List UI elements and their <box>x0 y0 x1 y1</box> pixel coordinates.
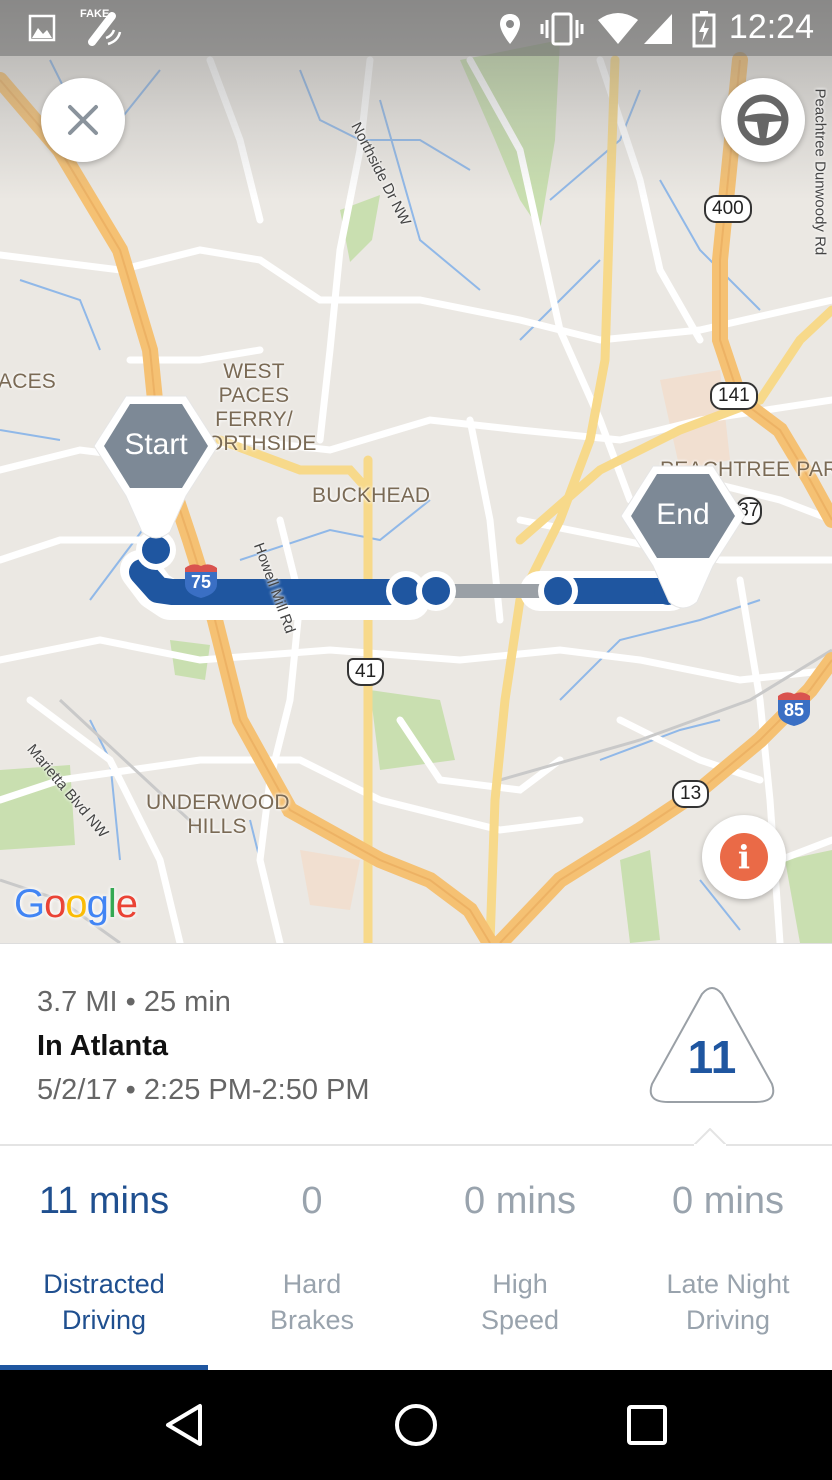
end-label: End <box>656 498 710 531</box>
trip-date-time: 5/2/17 • 2:25 PM-2:50 PM <box>37 1074 370 1106</box>
route-point[interactable] <box>544 577 572 605</box>
park <box>785 850 832 943</box>
stat-tab-high-speed[interactable]: 0 mins High Speed <box>416 1146 624 1370</box>
steering-wheel-icon <box>737 94 789 146</box>
driving-stats-tabs: 11 mins Distracted Driving 0 Hard Brakes 0… <box>0 1146 832 1370</box>
score-pointer-notch <box>694 1128 726 1146</box>
route-shield-41: 41 <box>347 658 385 686</box>
cell-signal-icon <box>644 14 672 44</box>
park <box>620 850 660 943</box>
route-point[interactable] <box>422 577 450 605</box>
google-attribution: Google <box>14 882 138 926</box>
neighborhood-label-paces: ACES <box>0 370 56 393</box>
neighborhood-label-buckhead: BUCKHEAD <box>312 484 431 507</box>
system-nav-bar <box>0 1370 832 1480</box>
street-label-peachtree-dunwoody: Peachtree Dunwoody Rd <box>811 88 829 256</box>
recents-icon[interactable] <box>622 1400 672 1450</box>
info-button[interactable]: i <box>702 815 786 899</box>
stat-tab-late-night-driving[interactable]: 0 mins Late Night Driving <box>624 1146 832 1370</box>
start-marker[interactable]: Start <box>92 392 220 542</box>
vibrate-icon <box>540 12 584 46</box>
trip-score: 11 <box>687 1031 737 1083</box>
image-icon <box>28 14 56 42</box>
route-shield-400: 400 <box>704 195 752 223</box>
end-marker-shape <box>620 465 746 609</box>
stat-value: 0 <box>301 1180 323 1222</box>
stat-value: 11 mins <box>38 1180 170 1222</box>
route-shield-13: 13 <box>672 780 710 808</box>
stat-label: Hard Brakes <box>269 1269 355 1335</box>
close-button[interactable] <box>41 78 125 162</box>
route-point[interactable] <box>392 577 420 605</box>
close-icon <box>68 105 98 135</box>
end-marker[interactable]: End <box>619 462 747 612</box>
fake-gps-icon: FAKE <box>78 8 122 48</box>
park <box>370 690 455 770</box>
drive-mode-button[interactable] <box>721 78 805 162</box>
route-shield-141: 141 <box>710 382 758 410</box>
stat-value: 0 mins <box>672 1180 784 1222</box>
back-icon[interactable] <box>160 1400 210 1450</box>
status-bar: FAKE 12:24 <box>0 0 832 56</box>
battery-charging-icon <box>692 11 716 48</box>
interstate-number: 85 <box>783 700 805 720</box>
stat-label: Late Night Driving <box>666 1269 790 1335</box>
status-time: 12:24 <box>728 8 814 46</box>
wifi-icon <box>598 13 638 44</box>
trip-distance-duration: 3.7 MI • 25 min <box>37 986 231 1018</box>
location-pin-icon <box>500 14 520 44</box>
interstate-shield-75: 75 <box>183 562 219 598</box>
stat-label: Distracted Driving <box>43 1269 165 1335</box>
neighborhood-label-underwood: UNDERWOOD HILLS <box>146 791 290 838</box>
trip-map[interactable]: WEST PACES FERRY/ NORTHSIDE BUCKHEAD UND… <box>0 0 832 943</box>
interstate-number: 75 <box>190 572 212 592</box>
stat-value: 0 mins <box>464 1180 576 1222</box>
start-label: Start <box>124 428 188 461</box>
info-icon: i <box>720 833 768 881</box>
commercial-area <box>300 850 360 910</box>
interstate-shield-85: 85 <box>776 690 812 726</box>
stat-tab-distracted-driving[interactable]: 11 mins Distracted Driving <box>0 1146 208 1370</box>
trip-location: In Atlanta <box>37 1030 169 1062</box>
stat-tab-hard-brakes[interactable]: 0 Hard Brakes <box>208 1146 416 1370</box>
home-icon[interactable] <box>391 1400 441 1450</box>
stat-label: High Speed <box>480 1269 560 1335</box>
start-marker-shape <box>93 395 219 539</box>
